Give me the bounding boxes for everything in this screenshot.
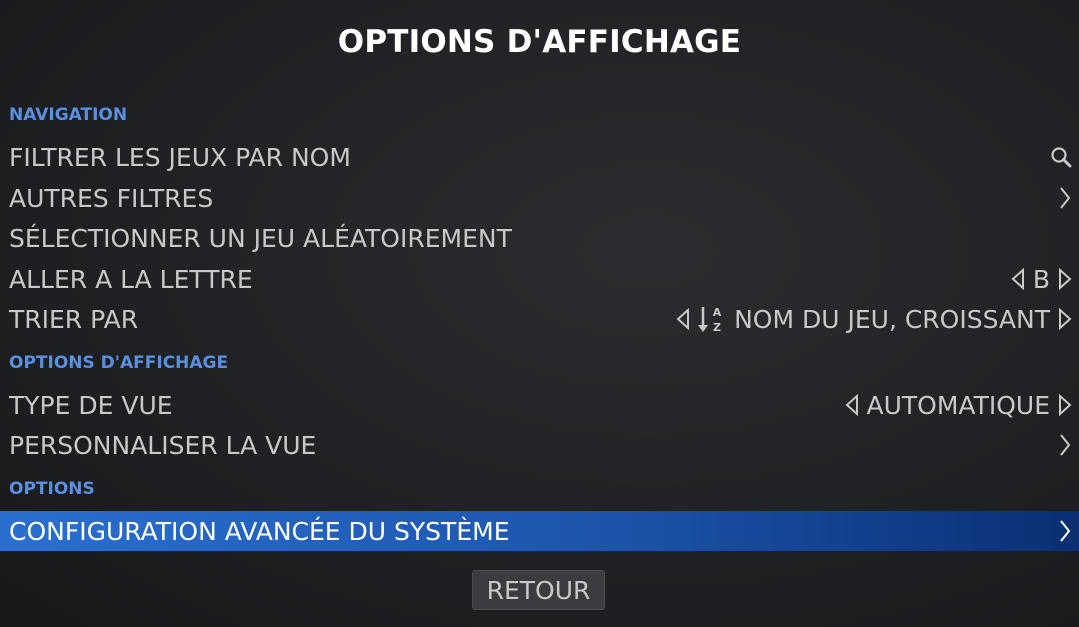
menu-item-label: AUTRES FILTRES (9, 183, 214, 213)
triangle-left-icon[interactable] (676, 308, 690, 330)
triangle-left-icon[interactable] (845, 394, 859, 416)
menu-item-sort-by[interactable]: TRIER PAR A Z NOM DU JEU, CROISSANT (0, 299, 1079, 339)
menu-item-random-game[interactable]: SÉLECTIONNER UN JEU ALÉATOIREMENT (0, 218, 1079, 258)
menu-item-label: SÉLECTIONNER UN JEU ALÉATOIREMENT (9, 223, 512, 253)
menu-item-go-to-letter[interactable]: ALLER A LA LETTRE B (0, 259, 1079, 299)
page-title: OPTIONS D'AFFICHAGE (337, 24, 742, 60)
section-header-options: OPTIONS (9, 479, 95, 499)
svg-text:A: A (713, 306, 722, 319)
chevron-right-icon (1058, 432, 1072, 458)
menu-item-label: TRIER PAR (9, 304, 139, 334)
menu-item-view-type[interactable]: TYPE DE VUE AUTOMATIQUE (0, 385, 1079, 425)
menu-item-filter-by-name[interactable]: FILTRER LES JEUX PAR NOM (0, 137, 1079, 177)
menu-item-label: PERSONNALISER LA VUE (9, 430, 317, 460)
menu-item-label: ALLER A LA LETTRE (9, 264, 253, 294)
letter-value: B (1032, 264, 1050, 294)
menu-item-label: FILTRER LES JEUX PAR NOM (9, 142, 351, 172)
menu-item-customize-view[interactable]: PERSONNALISER LA VUE (0, 425, 1079, 465)
chevron-right-icon (1058, 518, 1072, 544)
triangle-left-icon[interactable] (1011, 268, 1025, 290)
triangle-right-icon[interactable] (1058, 308, 1072, 330)
section-header-navigation: NAVIGATION (9, 105, 128, 125)
section-header-display-options: OPTIONS D'AFFICHAGE (9, 353, 229, 373)
menu-item-label: TYPE DE VUE (9, 390, 173, 420)
menu-item-advanced-system-config[interactable]: CONFIGURATION AVANCÉE DU SYSTÈME (0, 511, 1079, 551)
search-icon (1050, 146, 1072, 168)
sort-value: NOM DU JEU, CROISSANT (734, 304, 1050, 334)
menu-item-label: CONFIGURATION AVANCÉE DU SYSTÈME (9, 516, 510, 546)
triangle-right-icon[interactable] (1058, 394, 1072, 416)
chevron-right-icon (1058, 185, 1072, 211)
sort-az-icon: A Z (698, 304, 726, 334)
back-button[interactable]: RETOUR (472, 570, 605, 610)
menu-item-other-filters[interactable]: AUTRES FILTRES (0, 178, 1079, 218)
triangle-right-icon[interactable] (1058, 268, 1072, 290)
view-type-value: AUTOMATIQUE (866, 390, 1051, 420)
svg-text:Z: Z (713, 321, 721, 334)
